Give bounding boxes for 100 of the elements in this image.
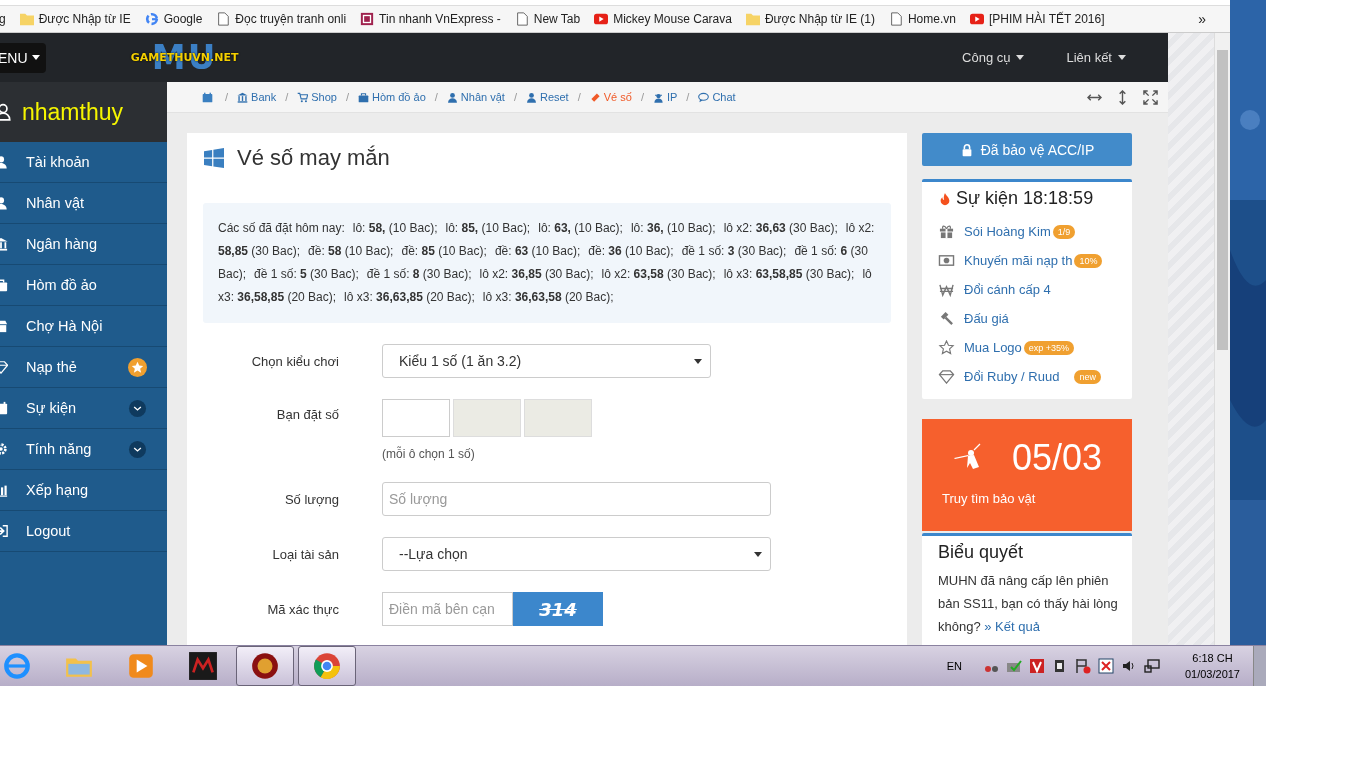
menu-button[interactable]: ENU — [0, 42, 46, 73]
breadcrumb-separator: / — [345, 91, 349, 103]
calendar-icon[interactable] — [202, 91, 213, 103]
quantity-field[interactable]: Số lượng — [382, 482, 771, 516]
field-label: Bạn đặt số — [275, 407, 339, 422]
treasure-date: 05/03 — [1012, 437, 1103, 479]
game-icon — [188, 651, 218, 681]
star-badge-icon — [128, 357, 147, 377]
protection-button[interactable]: Đã bảo vệ ACC/IP — [922, 133, 1132, 166]
window-error-icon[interactable] — [1097, 658, 1114, 674]
field-label: Số lượng — [283, 491, 339, 507]
star-icon — [938, 340, 955, 355]
breadcrumb-link[interactable]: Bank — [237, 91, 277, 103]
breadcrumb-separator: / — [686, 91, 690, 103]
scrollbar-thumb[interactable] — [1217, 50, 1228, 350]
breadcrumb-separator: / — [577, 91, 581, 103]
taskbar-button[interactable] — [236, 646, 294, 686]
user-icon — [446, 91, 458, 103]
field-label: Chọn kiểu chơi — [250, 353, 339, 369]
placed-bets-text: Các số đã đặt hôm nay: lô: 58, (10 Bac); lô: 85, (10 Bac); lô: 63, (10 Bac); lô: 36, (10 Bac); lô x2: 36,63 (30 Bac); lô x2: 58,85 (30 Bac); đề: 58 (10 Bac); đề: 85 (10 Bac); đề: 63 (10 Bac); đề: 36 (10 Bac); đề 1 số: 3 (30 Bac); đề 1 số: 6 (30 Bac); đề 1 số: 5 (30 Bac); đề 1 số: 8 (30 Bac); lô x2: 36,85 (30 Bac); lô x2: 63,58 (30 Bac); lô x3: 63,58,85 (30 Bac); lô x3: 36,58,85 (20 Bac); lô x3: 36,63,85 (20 Bac); lô x3: 36,63,58 (20 Bac); — [218, 220, 876, 306]
banknote-icon — [938, 253, 955, 268]
event-tag: exp +35% — [1023, 340, 1075, 355]
breadcrumb-link[interactable]: Nhân vật — [446, 91, 505, 103]
events-title: Sự kiện 18:18:59 — [956, 188, 1094, 209]
results-link[interactable]: » Kết quả — [984, 619, 1040, 634]
breadcrumb-separator: / — [640, 91, 644, 103]
gavel-icon — [938, 311, 955, 326]
scrollbar[interactable] — [1214, 33, 1230, 645]
event-tag: 1/9 — [1052, 224, 1076, 239]
flag-error-icon[interactable] — [1074, 658, 1091, 674]
breadcrumb-separator: / — [434, 91, 438, 103]
bookmark[interactable]: [PHIM HÀI TẾT 2016] — [969, 12, 1105, 26]
sidebar-item[interactable]: Sự kiện — [0, 388, 167, 429]
currency-icon — [938, 282, 955, 297]
expand-icon[interactable] — [128, 398, 147, 418]
gift-icon — [938, 224, 955, 239]
speaker-icon[interactable] — [1120, 658, 1137, 674]
google-icon — [144, 12, 159, 26]
breadcrumb-link[interactable]: Chat — [698, 91, 736, 103]
antivirus-icon[interactable] — [1028, 658, 1045, 674]
breadcrumb-separator: / — [513, 91, 517, 103]
dropdown[interactable]: --Lựa chọn — [382, 537, 771, 571]
bookmark[interactable]: Mickey Mouse Carava — [594, 12, 732, 26]
treasure-label: Truy tìm bảo vật — [942, 491, 1037, 506]
more-bookmarks[interactable]: » — [1198, 11, 1206, 27]
cart-icon — [297, 91, 309, 103]
field-label: Loại tài sản — [271, 546, 339, 562]
bookmark[interactable]: Đọc truyện tranh onli — [216, 12, 347, 26]
language-indicator[interactable]: EN — [946, 660, 962, 672]
bank-icon — [237, 91, 249, 103]
poll-text: MUHN đã nâng cấp lên phiên bản SS11, bạn có thấy hài lòng không? » Kết quả — [938, 572, 1118, 636]
fullscreen-icon[interactable] — [1143, 89, 1158, 105]
digit-field[interactable] — [382, 399, 450, 437]
captcha-field[interactable]: Điền mã bên cạn — [382, 592, 513, 626]
panel-title: Vé số may mắn — [237, 145, 390, 171]
bookmark[interactable]: g — [0, 12, 6, 26]
hint-text: (mỗi ô chọn 1 số) — [382, 447, 476, 461]
event-link[interactable]: Đổi cánh cấp 4 — [964, 282, 1051, 297]
chrome-icon — [312, 651, 342, 681]
chat-icon — [698, 91, 710, 103]
captcha-code: 314 — [513, 592, 603, 626]
username: nhamthuy — [22, 98, 123, 126]
media-player-icon — [126, 651, 156, 681]
breadcrumb-separator: / — [225, 91, 229, 103]
breadcrumb-link[interactable]: IP — [652, 91, 678, 103]
event-link[interactable]: Khuyến mãi nạp th — [964, 253, 1073, 268]
diamond-icon — [938, 369, 955, 384]
clock-time: 6:18 CH — [1192, 651, 1233, 666]
sidebar-item[interactable]: Tính năng — [0, 429, 167, 470]
expand-icon[interactable] — [128, 439, 147, 459]
bookmark[interactable]: Được Nhập từ IE (1) — [745, 12, 875, 26]
check-icon[interactable] — [1005, 658, 1022, 674]
bookmark[interactable]: Home.vn — [888, 12, 956, 26]
event-tag: 10% — [1074, 253, 1103, 268]
ticket-icon — [589, 91, 601, 103]
event-link[interactable]: Sói Hoàng Kim — [964, 224, 1051, 239]
event-link[interactable]: Đổi Ruby / Ruud — [964, 369, 1060, 384]
bookmark[interactable]: Google — [144, 12, 203, 26]
caret-icon — [694, 358, 702, 364]
clock-date: 01/03/2017 — [1184, 667, 1240, 682]
dropdown[interactable]: Kiểu 1 số (1 ăn 3.2) — [382, 344, 711, 378]
bookmark[interactable]: Được Nhập từ IE — [19, 12, 131, 26]
browser-icon — [2, 651, 32, 681]
news-icon — [360, 12, 375, 26]
nav-dropdown[interactable]: Liên kết — [1066, 50, 1126, 65]
event-link[interactable]: Đấu giá — [964, 311, 1009, 326]
poll-title: Biểu quyết — [938, 542, 1025, 563]
breadcrumb-link[interactable]: Shop — [297, 91, 337, 103]
video-icon — [594, 12, 609, 26]
sidebar-item[interactable]: Nạp thẻ — [0, 347, 167, 388]
bookmark[interactable]: New Tab — [514, 12, 581, 26]
nav-dropdown[interactable]: Công cụ — [962, 50, 1025, 65]
bookmark[interactable]: Tin nhanh VnExpress - — [360, 12, 501, 26]
video-icon — [969, 12, 984, 26]
breadcrumb-link[interactable]: Hòm đồ ảo — [357, 91, 426, 103]
monitor-icon[interactable] — [1143, 658, 1160, 674]
person-icon — [525, 91, 537, 103]
event-link[interactable]: Mua Logo — [964, 340, 1022, 355]
breadcrumb-link[interactable]: Reset — [525, 91, 569, 103]
clock[interactable]: 6:18 CH 01/03/2017 — [1184, 650, 1240, 682]
